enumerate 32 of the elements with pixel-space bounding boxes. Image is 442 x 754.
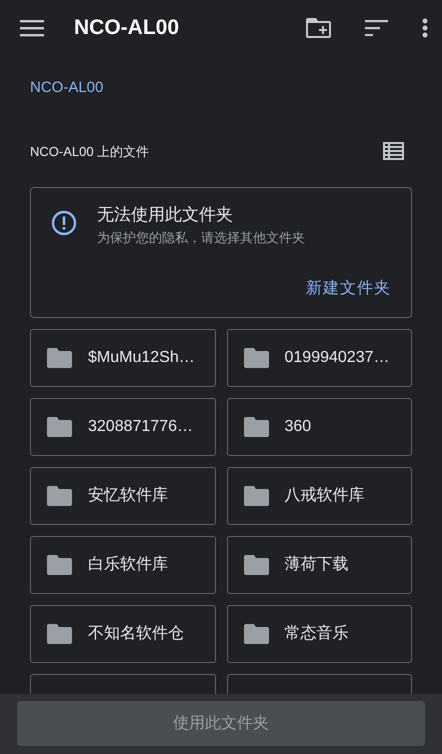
folder-tile[interactable]: 薄荷下载 [226, 536, 412, 594]
more-icon[interactable] [422, 18, 428, 38]
folder-tile[interactable]: 360 [226, 398, 412, 456]
folder-tile[interactable]: 安忆软件库 [30, 467, 216, 525]
folder-icon [244, 348, 268, 368]
info-icon [51, 210, 77, 236]
folder-icon [244, 555, 268, 575]
folder-tile[interactable]: $MuMu12Sh… [30, 329, 216, 387]
folder-icon [47, 417, 72, 437]
sort-icon[interactable] [365, 20, 388, 36]
folder-icon [244, 486, 268, 506]
folder-icon [244, 417, 268, 437]
section-title: NCO-AL00 上的文件 [30, 142, 150, 160]
folder-tile[interactable]: 3208871776… [30, 398, 216, 456]
folder-tile[interactable]: 白乐软件库 [30, 536, 216, 594]
list-view-icon[interactable] [383, 142, 404, 160]
folder-icon [47, 624, 72, 644]
app-title: NCO-AL00 [74, 14, 180, 41]
folder-tile[interactable]: 不知名软件仓 [30, 605, 216, 663]
breadcrumb-link[interactable]: NCO-AL00 [30, 79, 104, 96]
folder-tile[interactable]: 常态音乐 [226, 605, 412, 663]
new-folder-icon[interactable] [306, 18, 331, 38]
folder-icon [47, 348, 72, 368]
folder-tile[interactable]: 0199940237… [226, 329, 412, 387]
folder-tile[interactable]: 八戒软件库 [226, 467, 412, 525]
folder-icon [244, 624, 268, 644]
new-folder-button[interactable]: 新建文件夹 [306, 277, 391, 301]
menu-icon[interactable] [20, 18, 44, 36]
folder-icon [47, 486, 72, 506]
notice-subtitle: 为保护您的隐私，请选择其他文件夹 [97, 228, 305, 246]
notice-title: 无法使用此文件夹 [97, 204, 234, 226]
folder-icon [47, 555, 72, 575]
